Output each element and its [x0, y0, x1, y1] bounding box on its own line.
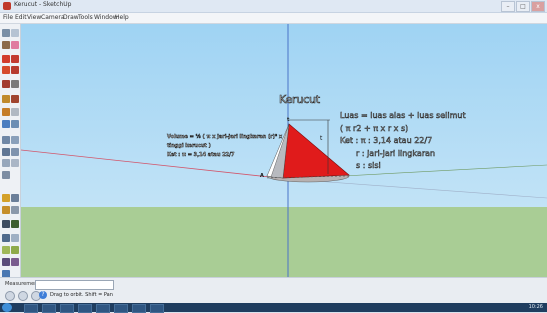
- model-canvas: [21, 24, 547, 277]
- zoom-window-icon[interactable]: [11, 148, 19, 156]
- formula-volume-ket: Ket : π = 3,14 atau 22/7: [167, 152, 235, 158]
- sandbox-icon[interactable]: [2, 246, 10, 254]
- follow-me-icon[interactable]: [11, 80, 19, 88]
- close-button[interactable]: x: [531, 1, 545, 12]
- look-around-icon[interactable]: [11, 194, 19, 202]
- minimize-button[interactable]: –: [501, 1, 515, 12]
- formula-ket-s: s : sisi: [356, 161, 381, 171]
- rotate-tool-icon[interactable]: [11, 55, 19, 63]
- position-camera-icon[interactable]: [2, 171, 10, 179]
- components-icon[interactable]: [11, 234, 19, 242]
- menu-file[interactable]: File: [3, 14, 13, 21]
- terrain-icon[interactable]: [11, 246, 19, 254]
- styles-icon[interactable]: [2, 258, 10, 266]
- formula-volume-cont: tinggi kerucut ): [167, 143, 211, 149]
- formula-luas-expanded: ( π r2 + π x r x s): [340, 124, 409, 134]
- 3d-text-icon[interactable]: [2, 234, 10, 242]
- height-label: t: [320, 135, 323, 142]
- menu-camera[interactable]: Camera: [41, 14, 65, 21]
- protractor-icon[interactable]: [11, 220, 19, 228]
- arc-tool-icon[interactable]: [11, 108, 19, 116]
- menu-tools[interactable]: Tools: [78, 14, 93, 21]
- pushpull-tool-icon[interactable]: [11, 66, 19, 74]
- orbit-tool-icon[interactable]: [2, 136, 10, 144]
- measurements-input[interactable]: [35, 280, 114, 290]
- menu-help[interactable]: Help: [115, 14, 129, 21]
- windows-taskbar: 10:26: [0, 303, 547, 313]
- geo-location-icon[interactable]: [5, 291, 15, 301]
- text-tool-icon[interactable]: [11, 120, 19, 128]
- model-title: Kerucut: [279, 93, 321, 107]
- tool-palette: [0, 24, 21, 278]
- system-clock: 10:26: [528, 304, 543, 310]
- formula-volume: Volume = ⅓ ( π x jari-jari lingkaran (r)…: [167, 134, 283, 140]
- start-button-icon[interactable]: [2, 303, 12, 312]
- dimension-tool-icon[interactable]: [11, 206, 19, 214]
- formula-ket-pi: Ket : π : 3,14 atau 22/7: [340, 136, 433, 146]
- status-bar: Measurements ? Drag to orbit. Shift = Pa…: [0, 277, 547, 304]
- move-tool-icon[interactable]: [2, 55, 10, 63]
- paint-bucket-icon[interactable]: [2, 41, 10, 49]
- zoom-tool-icon[interactable]: [2, 148, 10, 156]
- red-axis: [21, 149, 289, 180]
- formula-luas: Luas = luas alas + luas selimut: [340, 111, 466, 121]
- sketchup-icon: [3, 2, 11, 10]
- maximize-button[interactable]: □: [516, 1, 530, 12]
- zoom-extents-icon[interactable]: [2, 159, 10, 167]
- menu-draw[interactable]: Draw: [63, 14, 79, 21]
- menu-view[interactable]: View: [27, 14, 41, 21]
- apex-label: t: [287, 117, 290, 123]
- base-point-label: A: [260, 173, 264, 179]
- status-icons: [5, 291, 41, 301]
- formula-ket-r: r : jari-jari lingkaran: [356, 149, 436, 159]
- menu-bar: File Edit View Camera Draw Tools Window …: [0, 13, 547, 24]
- eraser-icon[interactable]: [11, 41, 19, 49]
- previous-view-icon[interactable]: [11, 159, 19, 167]
- credits-icon[interactable]: [18, 291, 28, 301]
- red-axis-extension: [287, 178, 547, 199]
- title-bar: Kerucut - SketchUp – □ x: [0, 0, 547, 13]
- select-tool-icon[interactable]: [2, 29, 10, 37]
- status-hint: Drag to orbit. Shift = Pan: [50, 292, 113, 298]
- drawing-viewport[interactable]: Kerucut t t A Luas = luas alas + luas se…: [21, 24, 547, 277]
- window-title: Kerucut - SketchUp: [14, 1, 72, 8]
- walk-tool-icon[interactable]: [2, 194, 10, 202]
- help-icon[interactable]: ?: [39, 291, 47, 299]
- window-controls: – □ x: [501, 1, 545, 12]
- tape-measure-icon[interactable]: [2, 120, 10, 128]
- lasso-tool-icon[interactable]: [11, 29, 19, 37]
- section-plane-icon[interactable]: [2, 206, 10, 214]
- materials-icon[interactable]: [11, 258, 19, 266]
- pan-tool-icon[interactable]: [11, 136, 19, 144]
- rectangle-tool-icon[interactable]: [2, 95, 10, 103]
- axes-tool-icon[interactable]: [2, 220, 10, 228]
- menu-edit[interactable]: Edit: [15, 14, 27, 21]
- scale-tool-icon[interactable]: [2, 66, 10, 74]
- offset-tool-icon[interactable]: [2, 80, 10, 88]
- pencil-tool-icon[interactable]: [11, 95, 19, 103]
- circle-tool-icon[interactable]: [2, 108, 10, 116]
